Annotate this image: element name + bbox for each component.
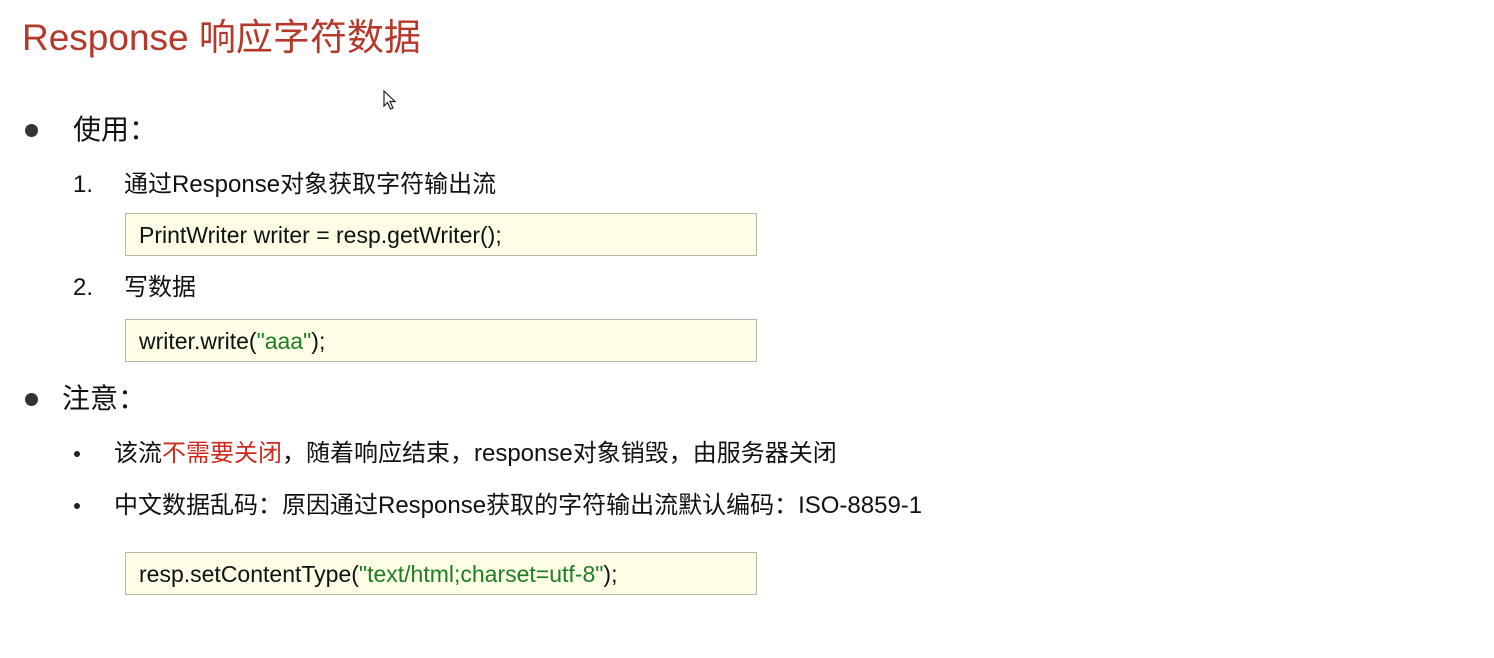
bullet-icon xyxy=(25,393,38,406)
step-text: 写数据 xyxy=(124,274,196,301)
code-string: "aaa" xyxy=(256,328,312,354)
code-text: ); xyxy=(603,561,618,587)
bullet-icon xyxy=(25,124,38,137)
notes-heading: 注意： xyxy=(62,383,147,414)
step-number: 1. xyxy=(73,171,94,198)
note-text: ，随着响应结束，response对象销毁，由服务器关闭 xyxy=(282,440,837,467)
code-block: writer.write("aaa"); xyxy=(125,319,757,362)
note-item: 中文数据乱码：原因通过Response获取的字符输出流默认编码：ISO-8859… xyxy=(114,492,923,519)
note-text: 该流 xyxy=(114,440,162,467)
code-text: PrintWriter writer = resp.getWriter(); xyxy=(139,222,502,248)
note-item: 该流不需要关闭，随着响应结束，response对象销毁，由服务器关闭 xyxy=(114,438,837,470)
page-title: Response 响应字符数据 xyxy=(22,17,421,58)
code-text: resp.setContentType( xyxy=(139,561,359,587)
code-block: PrintWriter writer = resp.getWriter(); xyxy=(125,213,757,256)
note-highlight: 不需要关闭 xyxy=(162,440,282,467)
step-number: 2. xyxy=(73,274,94,301)
step-text: 通过Response对象获取字符输出流 xyxy=(124,171,497,198)
code-text: ); xyxy=(311,328,326,354)
code-text: writer.write( xyxy=(139,328,257,354)
sub-bullet-icon xyxy=(74,503,80,509)
code-block: resp.setContentType("text/html;charset=u… xyxy=(125,552,757,595)
code-string: "text/html;charset=utf-8" xyxy=(358,561,604,587)
mouse-cursor-icon xyxy=(383,89,397,115)
usage-heading: 使用： xyxy=(73,114,158,145)
sub-bullet-icon xyxy=(74,451,80,457)
